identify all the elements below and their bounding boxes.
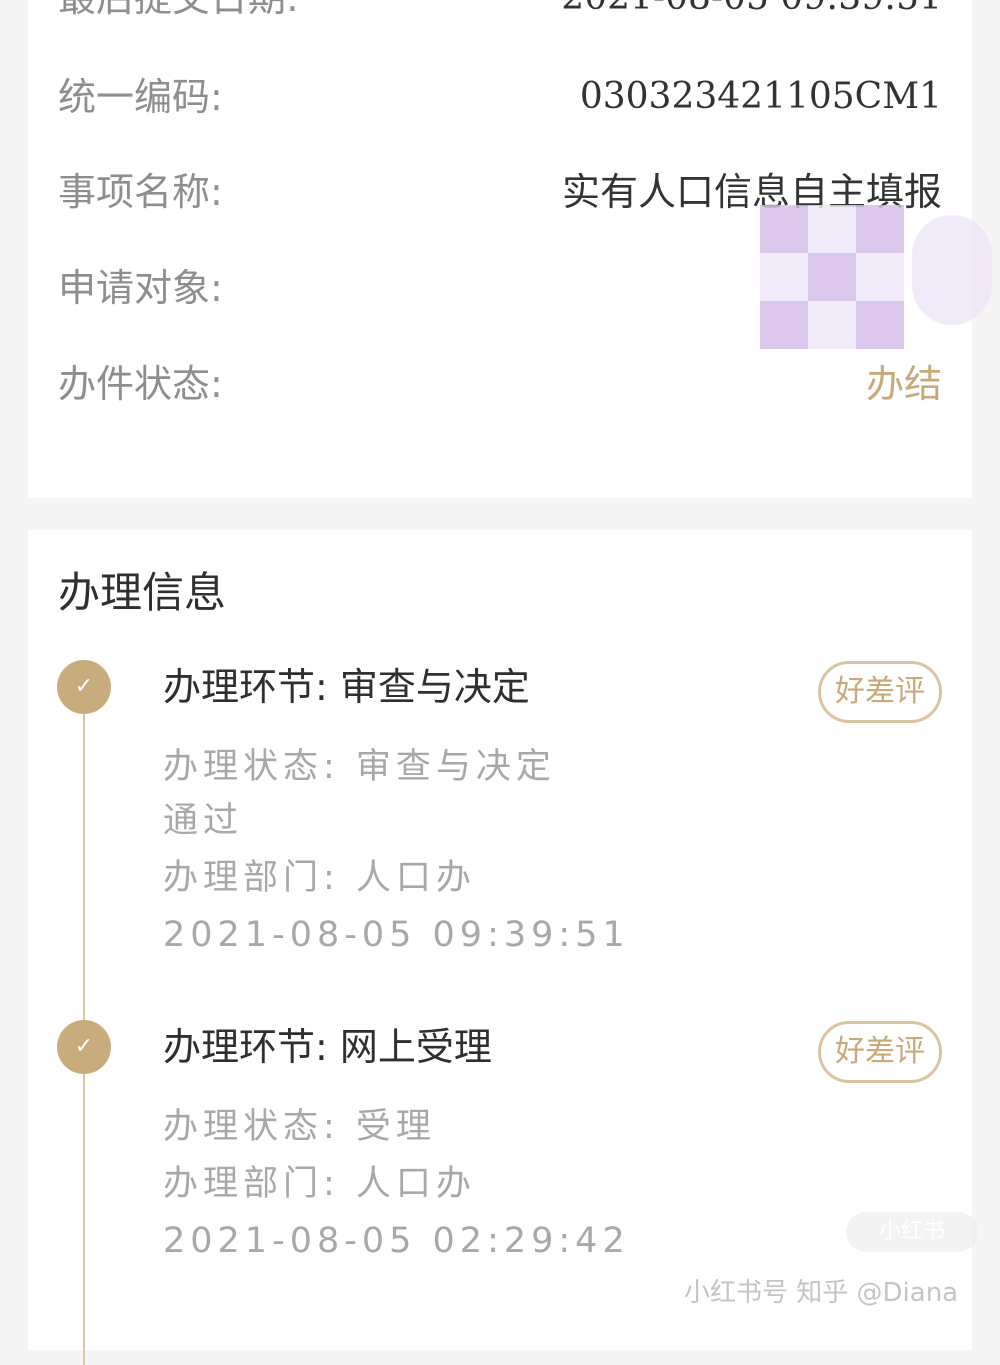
step-status: 办理状态: 受理 bbox=[163, 1107, 436, 1147]
unified-code-label: 统一编码: bbox=[58, 75, 223, 119]
applicant-label: 申请对象: bbox=[58, 266, 223, 310]
step-department: 办理部门: 人口办 bbox=[163, 858, 476, 898]
rate-button[interactable]: 好差评 bbox=[818, 1021, 942, 1083]
step-title: 办理环节: 审查与决定 bbox=[163, 665, 530, 709]
step-status: 办理状态: 审查与决定 bbox=[163, 747, 556, 787]
watermark-logo: 小红书 bbox=[846, 1212, 978, 1252]
unified-code-value: 030323421105CM1 bbox=[579, 76, 942, 117]
section-title: 办理信息 bbox=[58, 568, 227, 617]
info-row-last-submit: 最后提交日期: 2021-08-05 09:39:51 bbox=[28, 0, 972, 28]
case-status-value: 办结 bbox=[865, 362, 942, 406]
item-name-label: 事项名称: bbox=[58, 170, 223, 214]
step-time: 2021-08-05 02:29:42 bbox=[163, 1221, 630, 1261]
decorative-sticker bbox=[712, 185, 1000, 355]
step-status-result: 通过 bbox=[163, 801, 244, 841]
step-time: 2021-08-05 09:39:51 bbox=[163, 915, 630, 955]
info-row-case-status: 办件状态: 办结 bbox=[28, 354, 972, 414]
last-submit-value: 2021-08-05 09:39:51 bbox=[561, 0, 942, 28]
rate-button[interactable]: 好差评 bbox=[818, 661, 942, 723]
check-icon: ✓ bbox=[57, 1020, 111, 1074]
last-submit-label: 最后提交日期: bbox=[58, 0, 299, 28]
step-title: 办理环节: 网上受理 bbox=[163, 1025, 492, 1069]
info-row-unified-code: 统一编码: 030323421105CM1 bbox=[28, 67, 972, 127]
watermark-text: 小红书号 知乎 @Diana bbox=[684, 1278, 959, 1308]
step-department: 办理部门: 人口办 bbox=[163, 1164, 476, 1204]
case-status-label: 办件状态: bbox=[58, 362, 223, 406]
processing-info-card: 办理信息 ✓ 办理环节: 审查与决定 好差评 办理状态: 审查与决定 通过 办理… bbox=[28, 530, 972, 1365]
check-icon: ✓ bbox=[57, 660, 111, 714]
